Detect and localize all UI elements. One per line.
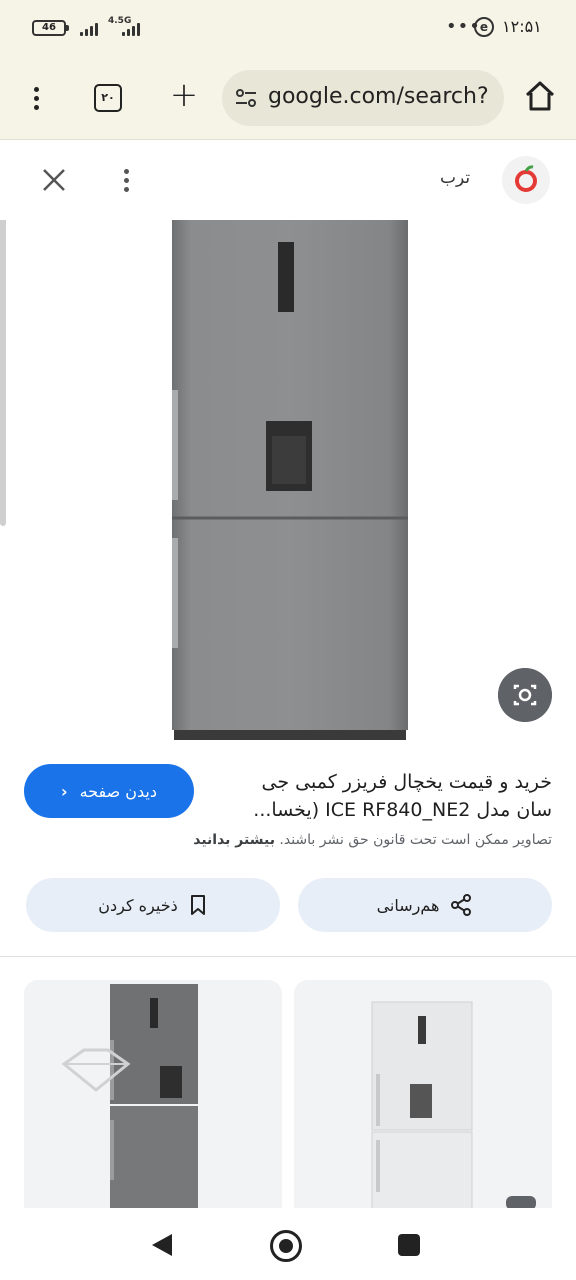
result-title-line-1: خرید و قیمت یخچال فریزر کمبی جی — [261, 771, 552, 793]
copyright-text: تصاویر ممکن است تحت قانون حق نشر باشند. — [279, 832, 552, 848]
share-button[interactable]: هم‌رسانی — [298, 878, 552, 932]
save-label: ذخیره کردن — [98, 895, 178, 915]
chevron-left-icon: ‹ — [61, 781, 68, 801]
viewer-header: ترب — [0, 140, 576, 220]
notification-app-icon: e — [474, 17, 494, 37]
refrigerator-image — [172, 220, 408, 740]
bookmark-icon — [190, 895, 205, 915]
tune-icon[interactable] — [234, 86, 258, 110]
recents-icon[interactable] — [398, 1234, 420, 1256]
copyright-notice: تصاویر ممکن است تحت قانون حق نشر باشند. … — [24, 832, 552, 848]
signal-icon — [80, 22, 98, 36]
source-name[interactable]: ترب — [440, 168, 470, 188]
torob-logo-icon[interactable] — [502, 156, 550, 204]
related-image-2[interactable] — [294, 980, 552, 1210]
share-label: هم‌رسانی — [376, 895, 440, 915]
main-image[interactable] — [24, 218, 552, 744]
home-circle-icon[interactable] — [270, 1230, 302, 1262]
close-icon[interactable] — [38, 164, 70, 196]
signal-icon-2 — [122, 22, 140, 36]
address-bar[interactable]: google.com/search? — [222, 70, 504, 126]
menu-icon[interactable] — [20, 82, 52, 114]
related-fridge-white — [294, 980, 552, 1210]
browser-toolbar: ۲۰ + google.com/search? — [0, 56, 576, 140]
status-bar: 46 4.5G ••• e ۱۲:۵۱ — [0, 0, 576, 56]
result-title-line-2: سان مدل ICE RF840_NE2 (یخسا... — [253, 799, 552, 821]
tab-count: ۲۰ — [101, 91, 115, 104]
share-icon — [451, 894, 472, 916]
lens-icon[interactable] — [498, 668, 552, 722]
plus-icon[interactable]: + — [168, 78, 200, 112]
more-vert-icon[interactable] — [110, 164, 142, 196]
related-fridge-dark — [24, 980, 282, 1210]
battery-level: 46 — [42, 22, 56, 33]
learn-more-link[interactable]: بیشتر بدانید — [193, 832, 275, 848]
back-icon[interactable] — [150, 1232, 174, 1258]
url-text[interactable]: google.com/search? — [268, 84, 500, 109]
clock: ۱۲:۵۱ — [502, 17, 542, 36]
system-nav-bar — [0, 1208, 576, 1280]
save-button[interactable]: ذخیره کردن — [26, 878, 280, 932]
related-image-1[interactable] — [24, 980, 282, 1210]
result-title[interactable]: خرید و قیمت یخچال فریزر کمبی جی سان مدل … — [200, 768, 552, 824]
divider — [0, 956, 576, 957]
visit-page-button[interactable]: دیدن صفحه ‹ — [24, 764, 194, 818]
visit-page-label: دیدن صفحه — [79, 781, 157, 801]
tabs-icon[interactable]: ۲۰ — [94, 84, 122, 112]
battery-icon: 46 — [32, 20, 69, 36]
home-icon[interactable] — [522, 78, 558, 114]
